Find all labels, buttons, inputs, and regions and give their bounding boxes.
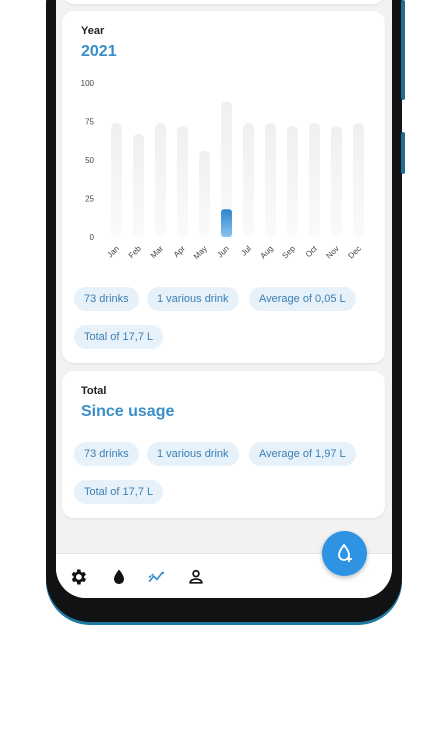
various-drinks-chip: 1 various drink [147, 442, 239, 466]
average-chip: Average of 1,97 L [249, 442, 356, 466]
y-tick-label: 25 [85, 195, 94, 204]
bar-background [265, 123, 276, 237]
add-drink-button[interactable] [322, 531, 367, 576]
various-drinks-chip: 1 various drink [147, 287, 239, 311]
bar-background [243, 123, 254, 237]
year-stats-card: Year 2021 0 25 50 75 100 Jan Feb Mar Apr May Jun Ju… [62, 11, 385, 363]
x-tick-label: Apr [172, 244, 187, 259]
x-tick-label: May [192, 244, 209, 261]
phone-volume-button [401, 0, 405, 100]
card-label: Total [81, 385, 107, 397]
water-drop-icon[interactable] [109, 567, 129, 587]
bar-background [309, 123, 320, 237]
total-chip: Total of 17,7 L [74, 480, 164, 504]
bar-background [177, 126, 188, 237]
year-bar-chart: 0 25 50 75 100 Jan Feb Mar Apr May Jun Jul Aug Sep Oct… [81, 79, 364, 261]
bar-background [287, 126, 298, 237]
bar-background [155, 123, 166, 237]
y-tick-label: 75 [85, 118, 94, 127]
total-chip: Total of 17,7 L [74, 325, 164, 349]
card-period: Since usage [81, 403, 175, 420]
x-tick-label: Aug [258, 244, 274, 260]
x-tick-label: Dec [346, 244, 362, 260]
card-label: Year [81, 25, 105, 37]
bar-value[interactable] [221, 209, 232, 237]
x-tick-label: Jul [239, 244, 253, 258]
x-tick-label: Oct [304, 244, 320, 260]
y-tick-label: 0 [90, 233, 95, 242]
person-icon[interactable] [186, 567, 206, 587]
bar-background [111, 123, 122, 237]
bar-background [331, 126, 342, 237]
x-tick-label: Mar [149, 244, 165, 260]
x-tick-label: Feb [127, 244, 144, 261]
x-tick-label: Jun [215, 244, 230, 259]
add-drop-icon [338, 543, 352, 562]
gear-icon[interactable] [68, 567, 88, 587]
previous-stats-card [62, 0, 385, 4]
bar-background [353, 123, 364, 237]
bar-background [199, 150, 210, 237]
average-chip: Average of 0,05 L [249, 287, 356, 311]
bar-background [133, 133, 144, 237]
x-tick-label: Sep [280, 244, 297, 261]
y-tick-label: 50 [85, 156, 94, 165]
y-tick-label: 100 [81, 79, 95, 88]
x-tick-label: Jan [105, 244, 120, 259]
total-stats-card: Total Since usage 73 drinks 1 various dr… [62, 371, 385, 518]
card-period: 2021 [81, 43, 117, 60]
app-screen: Year 2021 0 25 50 75 100 Jan Feb Mar Apr May Jun Ju… [56, 0, 392, 598]
phone-power-button [401, 132, 405, 174]
x-tick-label: Nov [324, 244, 340, 260]
statistics-icon[interactable] [147, 567, 167, 587]
drink-count-chip: 73 drinks [74, 442, 139, 466]
drink-count-chip: 73 drinks [74, 287, 139, 311]
